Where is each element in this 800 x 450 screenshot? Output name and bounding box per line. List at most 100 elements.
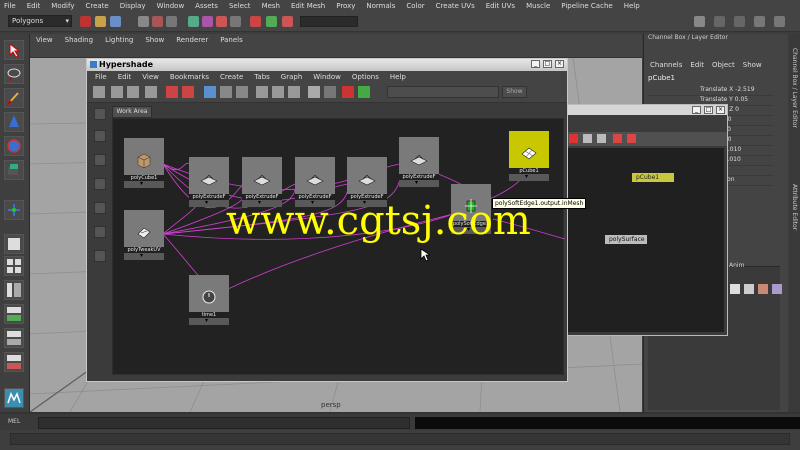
open-scene-icon[interactable] xyxy=(95,16,106,27)
polysurface-node[interactable]: polySurface xyxy=(605,235,647,244)
show-attribute-editor-icon[interactable] xyxy=(694,16,705,27)
pcube-node[interactable]: pCube1 xyxy=(632,173,674,182)
side-tool-7-icon[interactable] xyxy=(94,250,106,262)
clear-graph-icon[interactable] xyxy=(569,134,578,143)
graph-up-icon[interactable] xyxy=(288,86,300,98)
close-icon[interactable]: × xyxy=(716,106,725,114)
main-menu-item[interactable]: Pipeline Cache xyxy=(561,2,612,10)
io-connections-icon[interactable] xyxy=(236,86,248,98)
save-scene-icon[interactable] xyxy=(110,16,121,27)
hypershade-menu-item[interactable]: Create xyxy=(220,73,243,81)
main-menu-item[interactable]: Assets xyxy=(195,2,218,10)
node-expand-bar[interactable] xyxy=(124,180,164,188)
channel-box-tab[interactable]: Channel Box / Layer Editor xyxy=(648,34,728,41)
maximize-icon[interactable]: □ xyxy=(543,60,552,68)
node-polyextrude[interactable]: polyExtrudeF xyxy=(189,157,229,207)
show-tool-settings-icon[interactable] xyxy=(714,16,725,27)
toggle-bins-icon[interactable] xyxy=(93,86,105,98)
side-tool-2-icon[interactable] xyxy=(94,130,106,142)
history-icon[interactable] xyxy=(250,16,261,27)
graph-down-icon[interactable] xyxy=(597,134,606,143)
channel-box-object-name[interactable]: pCube1 xyxy=(648,74,773,84)
node-expand-bar[interactable] xyxy=(399,179,439,187)
hypershade-menu-item[interactable]: Options xyxy=(352,73,379,81)
main-menu-item[interactable]: Proxy xyxy=(336,2,355,10)
select-component-icon[interactable] xyxy=(166,16,177,27)
main-menu-item[interactable]: Normals xyxy=(366,2,395,10)
side-tab-channel-box[interactable]: Channel Box / Layer Editor xyxy=(791,48,798,128)
layout-2-icon[interactable] xyxy=(127,86,139,98)
main-menu-item[interactable]: Color xyxy=(406,2,424,10)
side-tool-5-icon[interactable] xyxy=(94,202,106,214)
new-layer-selected-icon[interactable] xyxy=(744,284,754,294)
rotate-tool-icon[interactable] xyxy=(4,136,24,156)
node-polycube[interactable]: polyCube1 xyxy=(124,138,164,188)
paint-select-tool-icon[interactable] xyxy=(4,88,24,108)
snap-grid-icon[interactable] xyxy=(188,16,199,27)
viewport-menu-item[interactable]: Renderer xyxy=(176,36,208,44)
viewport-menu-item[interactable]: View xyxy=(36,36,53,44)
lasso-tool-icon[interactable] xyxy=(4,64,24,84)
hypershade-menu-item[interactable]: View xyxy=(142,73,159,81)
maximize-icon[interactable]: □ xyxy=(704,106,713,114)
layout-four-icon[interactable] xyxy=(4,256,24,276)
node-polytweakuv[interactable]: polyTweakUV xyxy=(124,210,164,260)
main-menu-item[interactable]: Window xyxy=(157,2,185,10)
hypershade-work-area[interactable] xyxy=(112,118,565,375)
close-icon[interactable]: × xyxy=(555,60,564,68)
viewport-menu-item[interactable]: Lighting xyxy=(105,36,133,44)
command-language-label[interactable]: MEL xyxy=(8,418,20,425)
layer-key-icon[interactable] xyxy=(772,284,782,294)
hypershade-menu-item[interactable]: Window xyxy=(313,73,341,81)
main-menu-item[interactable]: Edit Mesh xyxy=(291,2,325,10)
select-tool-icon[interactable] xyxy=(4,40,24,60)
secondary-window-titlebar[interactable] xyxy=(563,105,727,115)
channel-row[interactable]: Translate X -2.519 xyxy=(648,86,774,96)
node-polyextrude[interactable]: polyExtrudeF xyxy=(399,137,439,187)
main-menu-item[interactable]: Select xyxy=(229,2,251,10)
layout-persp-graph-icon[interactable] xyxy=(4,304,24,324)
main-menu-item[interactable]: Create UVs xyxy=(436,2,475,10)
ipr-render-icon[interactable] xyxy=(282,16,293,27)
layout-single-icon[interactable] xyxy=(4,234,24,254)
show-button[interactable]: Show xyxy=(502,86,527,98)
node-expand-bar[interactable] xyxy=(189,317,229,325)
hypershade-search-field[interactable] xyxy=(387,86,499,98)
viewport-menu-item[interactable]: Show xyxy=(145,36,164,44)
side-tool-1-icon[interactable] xyxy=(94,108,106,120)
channel-value[interactable]: Translate Y 0.05 xyxy=(700,96,748,103)
input-field[interactable] xyxy=(300,16,358,27)
hypershade-menu-item[interactable]: Bookmarks xyxy=(170,73,209,81)
command-input[interactable] xyxy=(38,417,410,429)
hypershade-menu-item[interactable]: File xyxy=(95,73,107,81)
node-expand-bar[interactable] xyxy=(189,199,229,207)
graph-up-icon[interactable] xyxy=(583,134,592,143)
render-swatch-icon[interactable] xyxy=(342,86,354,98)
hypershade-menu-item[interactable]: Help xyxy=(390,73,406,81)
hypershade-titlebar[interactable] xyxy=(87,59,567,71)
snap-curve-icon[interactable] xyxy=(202,16,213,27)
layer-options-icon[interactable] xyxy=(758,284,768,294)
node-pcube-shape[interactable]: pCube1 xyxy=(509,131,549,181)
main-menu-item[interactable]: Modify xyxy=(51,2,74,10)
viewport-menu-item[interactable]: Panels xyxy=(220,36,243,44)
side-tool-4-icon[interactable] xyxy=(94,178,106,190)
show-channel-box-icon[interactable] xyxy=(734,16,745,27)
side-tool-3-icon[interactable] xyxy=(94,154,106,166)
swatch-icon[interactable] xyxy=(308,86,320,98)
scale-tool-icon[interactable] xyxy=(4,160,24,180)
output-connections-icon[interactable] xyxy=(256,86,268,98)
main-menu-item[interactable]: Muscle xyxy=(526,2,550,10)
new-layer-icon[interactable] xyxy=(730,284,740,294)
node-expand-bar[interactable] xyxy=(509,173,549,181)
refresh-swatch-icon[interactable] xyxy=(358,86,370,98)
side-tool-6-icon[interactable] xyxy=(94,226,106,238)
layout-hypershade-icon[interactable] xyxy=(4,328,24,348)
layout-icon-2[interactable] xyxy=(774,16,785,27)
main-menu-item[interactable]: Edit UVs xyxy=(486,2,515,10)
main-menu-item[interactable]: Edit xyxy=(27,2,41,10)
channel-box-menu-item[interactable]: Edit xyxy=(690,61,704,69)
layout-icon[interactable] xyxy=(754,16,765,27)
node-time[interactable]: time1 xyxy=(189,275,229,325)
main-menu-item[interactable]: Mesh xyxy=(262,2,280,10)
